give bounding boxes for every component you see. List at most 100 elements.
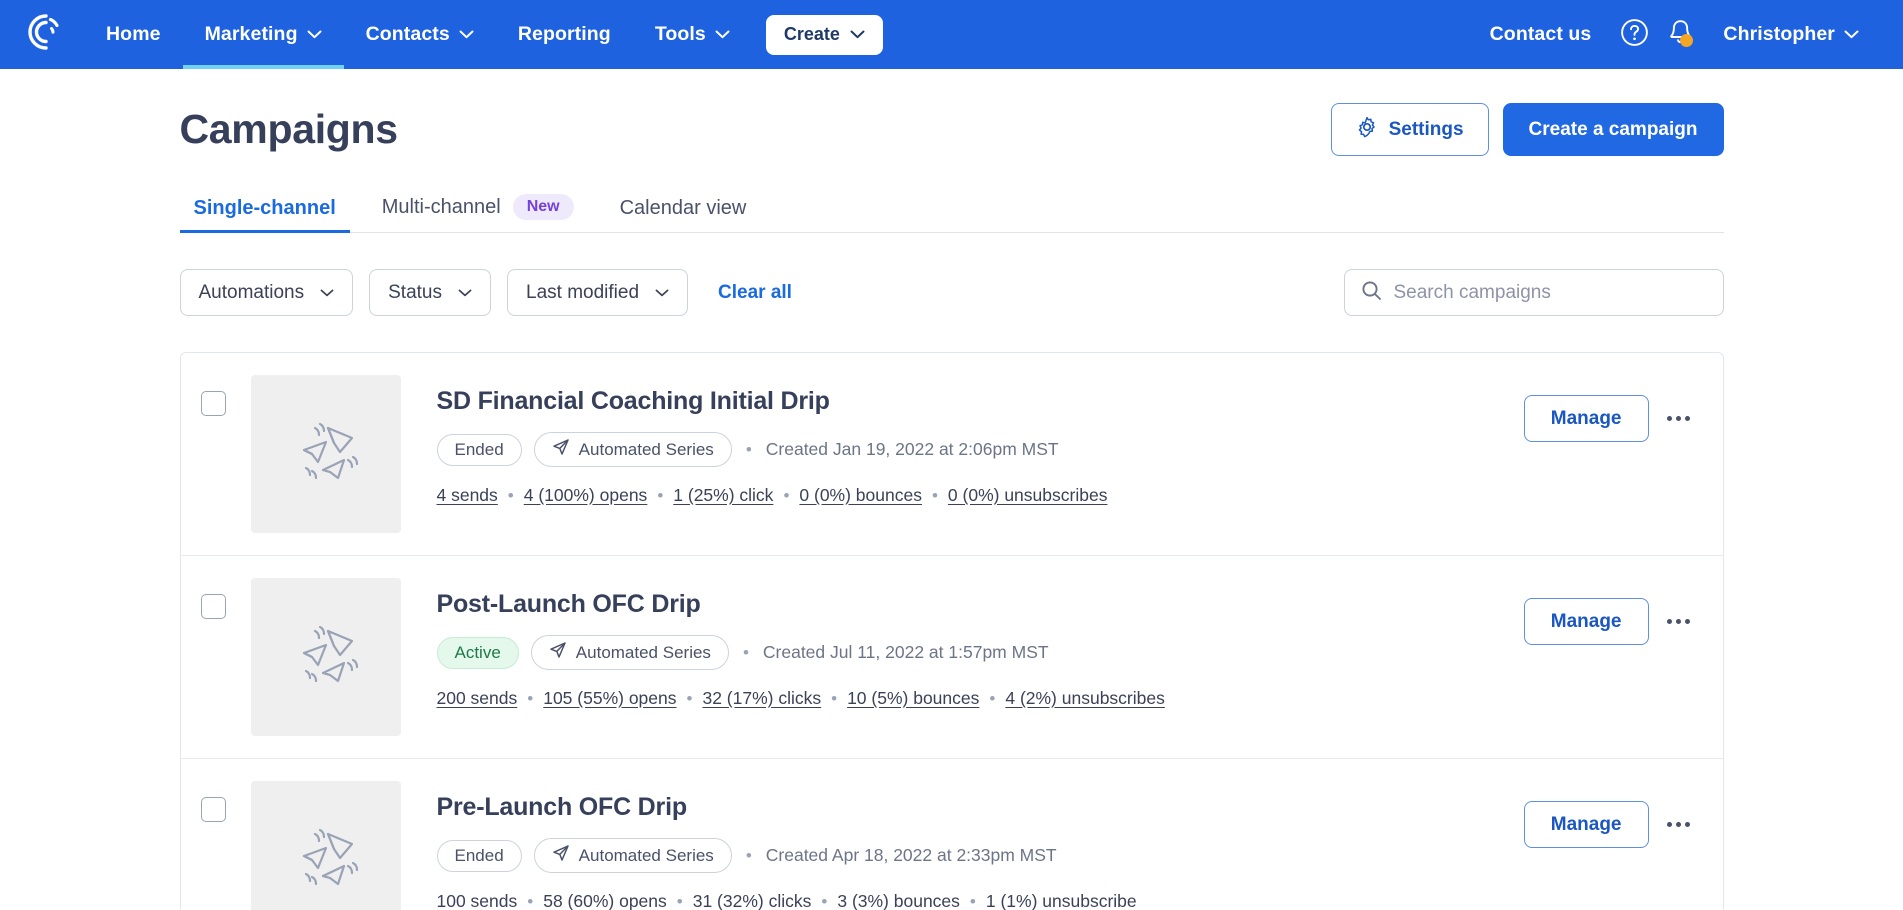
campaign-name[interactable]: Pre-Launch OFC Drip xyxy=(437,793,1524,822)
nav-item-marketing[interactable]: Marketing xyxy=(183,0,344,69)
settings-button-label: Settings xyxy=(1389,119,1464,141)
tab-calendar-view[interactable]: Calendar view xyxy=(606,197,761,232)
create-button[interactable]: Create xyxy=(766,15,883,55)
stat-bounces[interactable]: 3 (3%) bounces xyxy=(837,891,960,910)
manage-button[interactable]: Manage xyxy=(1524,395,1649,442)
chevron-down-icon xyxy=(320,289,334,297)
paper-plane-icon xyxy=(552,844,570,867)
row-checkbox[interactable] xyxy=(201,594,226,619)
nav-item-contacts[interactable]: Contacts xyxy=(344,0,496,69)
paper-airplanes-icon xyxy=(282,408,370,501)
filter-label: Last modified xyxy=(526,282,639,304)
create-campaign-button[interactable]: Create a campaign xyxy=(1503,103,1724,156)
campaign-meta: Ended Automated Series • Created Jan 19,… xyxy=(437,432,1524,467)
filter-bar: Automations Status Last modified Clear a… xyxy=(180,269,1724,316)
nav-item-label: Marketing xyxy=(205,23,298,46)
stat-unsubscribes[interactable]: 4 (2%) unsubscribes xyxy=(1005,688,1165,709)
kebab-menu-icon[interactable] xyxy=(1659,399,1699,439)
status-badge: Ended xyxy=(437,434,522,466)
campaign-thumbnail xyxy=(251,781,401,910)
campaign-type-label: Automated Series xyxy=(579,846,714,866)
filter-label: Status xyxy=(388,282,442,304)
filter-label: Automations xyxy=(199,282,305,304)
stat-bounces[interactable]: 10 (5%) bounces xyxy=(847,688,979,709)
help-button[interactable] xyxy=(1611,0,1657,69)
separator-dot: • xyxy=(744,440,754,460)
settings-button[interactable]: Settings xyxy=(1331,103,1489,156)
separator-dot: • xyxy=(498,486,524,506)
primary-nav-items: Home Marketing Contacts Reporting Tools xyxy=(84,0,752,69)
keap-logo-icon xyxy=(26,12,66,57)
tab-label: Multi-channel xyxy=(382,196,501,219)
notifications-button[interactable] xyxy=(1657,0,1703,69)
content-container: Campaigns Settings Create a campaign Sin… xyxy=(152,69,1752,910)
separator-dot: • xyxy=(647,486,673,506)
new-badge: New xyxy=(513,194,574,220)
search-box[interactable] xyxy=(1344,269,1724,316)
search-input[interactable] xyxy=(1394,282,1707,304)
chevron-down-icon xyxy=(1844,30,1859,39)
created-date: Created Jul 11, 2022 at 1:57pm MST xyxy=(763,642,1049,663)
chevron-down-icon xyxy=(655,289,669,297)
manage-button[interactable]: Manage xyxy=(1524,801,1649,848)
campaign-type-label: Automated Series xyxy=(579,440,714,460)
tab-label: Calendar view xyxy=(620,197,747,220)
tab-single-channel[interactable]: Single-channel xyxy=(180,197,350,232)
nav-item-label: Tools xyxy=(655,23,706,46)
nav-item-reporting[interactable]: Reporting xyxy=(496,0,633,69)
contact-us-label: Contact us xyxy=(1490,23,1592,46)
user-name-label: Christopher xyxy=(1723,23,1835,46)
filter-last-modified[interactable]: Last modified xyxy=(507,269,688,316)
chevron-down-icon xyxy=(459,30,474,39)
app-logo[interactable] xyxy=(0,0,84,69)
nav-item-contact-us[interactable]: Contact us xyxy=(1470,23,1612,46)
separator-dot: • xyxy=(741,643,751,663)
stat-sends[interactable]: 200 sends xyxy=(437,688,518,709)
campaign-name[interactable]: Post-Launch OFC Drip xyxy=(437,590,1524,619)
clear-all-link[interactable]: Clear all xyxy=(718,282,792,304)
manage-button[interactable]: Manage xyxy=(1524,598,1649,645)
row-checkbox[interactable] xyxy=(201,391,226,416)
campaign-type-badge: Automated Series xyxy=(531,635,729,670)
separator-dot: • xyxy=(979,689,1005,709)
nav-item-user-menu[interactable]: Christopher xyxy=(1703,23,1879,46)
campaign-list: SD Financial Coaching Initial Drip Ended… xyxy=(180,352,1724,910)
campaign-thumbnail xyxy=(251,375,401,533)
row-actions: Manage xyxy=(1524,578,1699,645)
campaign-stats: 200 sends • 105 (55%) opens • 32 (17%) c… xyxy=(437,688,1524,709)
kebab-menu-icon[interactable] xyxy=(1659,805,1699,845)
paper-airplanes-icon xyxy=(282,814,370,907)
tab-multi-channel[interactable]: Multi-channel New xyxy=(368,194,588,232)
table-row[interactable]: SD Financial Coaching Initial Drip Ended… xyxy=(181,353,1723,556)
stat-clicks[interactable]: 32 (17%) clicks xyxy=(702,688,821,709)
table-row[interactable]: Pre-Launch OFC Drip Ended Automated Seri… xyxy=(181,759,1723,910)
table-row[interactable]: Post-Launch OFC Drip Active Automated Se… xyxy=(181,556,1723,759)
campaign-stats: 100 sends • 58 (60%) opens • 31 (32%) cl… xyxy=(437,891,1524,910)
stat-unsubscribes[interactable]: 0 (0%) unsubscribes xyxy=(948,485,1108,506)
nav-item-tools[interactable]: Tools xyxy=(633,0,752,69)
filter-status[interactable]: Status xyxy=(369,269,491,316)
stat-unsubscribes[interactable]: 1 (1%) unsubscribe xyxy=(986,891,1137,910)
filter-automations[interactable]: Automations xyxy=(180,269,354,316)
campaign-meta: Ended Automated Series • Created Apr 18,… xyxy=(437,838,1524,873)
gear-icon xyxy=(1356,116,1378,144)
stat-clicks[interactable]: 31 (32%) clicks xyxy=(693,891,812,910)
nav-item-label: Reporting xyxy=(518,23,611,46)
separator-dot: • xyxy=(821,689,847,709)
nav-item-home[interactable]: Home xyxy=(84,0,183,69)
stat-sends[interactable]: 100 sends xyxy=(437,891,518,910)
stat-bounces[interactable]: 0 (0%) bounces xyxy=(799,485,922,506)
row-checkbox[interactable] xyxy=(201,797,226,822)
campaign-name[interactable]: SD Financial Coaching Initial Drip xyxy=(437,387,1524,416)
stat-sends[interactable]: 4 sends xyxy=(437,485,498,506)
stat-opens[interactable]: 4 (100%) opens xyxy=(524,485,648,506)
kebab-menu-icon[interactable] xyxy=(1659,602,1699,642)
stat-opens[interactable]: 105 (55%) opens xyxy=(543,688,676,709)
tab-label: Single-channel xyxy=(194,197,336,220)
separator-dot: • xyxy=(517,689,543,709)
nav-item-label: Home xyxy=(106,23,161,46)
separator-dot: • xyxy=(811,892,837,910)
stat-opens[interactable]: 58 (60%) opens xyxy=(543,891,667,910)
stat-clicks[interactable]: 1 (25%) click xyxy=(673,485,773,506)
status-badge: Active xyxy=(437,637,519,669)
